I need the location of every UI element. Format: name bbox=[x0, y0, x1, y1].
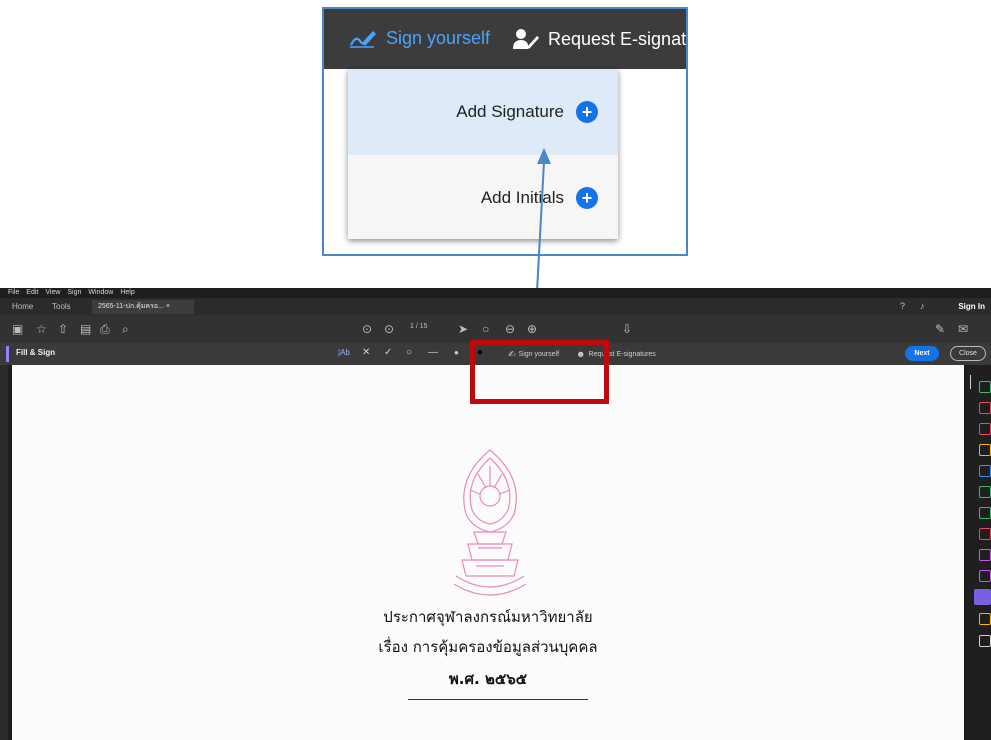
document-divider bbox=[408, 699, 588, 700]
tab-document[interactable]: 2565-11-ปก.คุ้มครอ... × bbox=[92, 300, 194, 314]
sign-in-button[interactable]: Sign In bbox=[958, 300, 985, 313]
search-icon[interactable]: ⌕ bbox=[122, 322, 129, 336]
request-signature-panel-icon[interactable] bbox=[979, 570, 991, 582]
redact-icon[interactable] bbox=[979, 549, 991, 561]
bookmark-star-icon[interactable]: ☆ bbox=[36, 322, 47, 336]
create-pdf-icon[interactable] bbox=[979, 402, 991, 414]
close-button[interactable]: Close bbox=[950, 346, 986, 361]
tab-bar: Home Tools 2565-11-ปก.คุ้มครอ... × ? ♪ S… bbox=[0, 298, 991, 315]
print-icon[interactable]: ⎙ bbox=[100, 322, 110, 336]
circle-tool-icon[interactable]: ○ bbox=[406, 347, 412, 359]
save-icon[interactable]: ▣ bbox=[12, 322, 23, 336]
comment-tool-icon[interactable]: ⇩ bbox=[622, 322, 632, 336]
pen-signature-icon bbox=[350, 31, 376, 48]
page-up-icon[interactable]: ⊙ bbox=[362, 322, 372, 336]
customize-icon[interactable] bbox=[979, 635, 991, 647]
more-tools-icon[interactable] bbox=[979, 613, 991, 625]
document-heading-line1: ประกาศจุฬาลงกรณ์มหาวิทยาลัย bbox=[383, 608, 593, 626]
sign-pen-icon[interactable]: ✎ bbox=[935, 322, 945, 336]
share-file-icon[interactable]: ▤ bbox=[80, 322, 91, 336]
fill-sign-panel-icon[interactable] bbox=[974, 589, 991, 605]
panel-divider bbox=[970, 375, 971, 389]
line-tool-icon[interactable]: — bbox=[428, 347, 438, 359]
main-toolbar: ▣ ☆ ⇧ ▤ ⎙ ⌕ ⊙ ⊙ 1 / 15 ➤ ○ ⊖ ⊕ ⇩ ✎ ✉ bbox=[0, 315, 991, 343]
help-icon[interactable]: ? bbox=[900, 300, 905, 313]
left-panel-collapsed[interactable] bbox=[0, 365, 8, 740]
callout-request-esignatures-button[interactable]: Request E-signatur bbox=[512, 27, 688, 51]
check-mark-icon[interactable]: ✓ bbox=[384, 347, 392, 359]
add-initials-label: Add Initials bbox=[480, 188, 564, 207]
upload-cloud-icon[interactable]: ⇧ bbox=[58, 322, 68, 336]
highlight-box bbox=[470, 340, 609, 404]
fill-sign-title: Fill & Sign bbox=[16, 348, 56, 357]
add-signature-item[interactable]: Add Signature + bbox=[348, 69, 618, 155]
page-down-icon[interactable]: ⊙ bbox=[384, 322, 394, 336]
email-icon[interactable]: ✉ bbox=[958, 322, 968, 336]
next-button[interactable]: Next bbox=[905, 346, 939, 361]
document-page: ประกาศจุฬาลงกรณ์มหาวิทยาลัย เรื่อง การคุ… bbox=[12, 365, 964, 740]
select-cursor-icon[interactable]: ➤ bbox=[458, 322, 468, 336]
menu-bar: File Edit View Sign Window Help bbox=[0, 288, 991, 298]
add-initials-plus-icon[interactable]: + bbox=[576, 187, 598, 209]
document-heading-line2: เรื่อง การคุ้มครองข้อมูลส่วนบุคคล bbox=[378, 638, 598, 656]
dot-tool-icon[interactable]: ● bbox=[454, 347, 459, 359]
menu-file[interactable]: File bbox=[8, 288, 19, 298]
page-indicator[interactable]: 1 / 15 bbox=[410, 323, 428, 330]
right-tools-panel bbox=[966, 365, 991, 740]
menu-view[interactable]: View bbox=[45, 288, 60, 298]
callout-sign-yourself-button[interactable]: Sign yourself bbox=[348, 27, 490, 49]
zoom-callout: Sign yourself Request E-signatur Add Sig… bbox=[322, 7, 688, 256]
university-seal-image bbox=[453, 449, 527, 596]
add-signature-plus-icon[interactable]: + bbox=[576, 101, 598, 123]
zoom-out-icon[interactable]: ⊖ bbox=[505, 322, 515, 336]
comment-icon[interactable] bbox=[979, 444, 991, 456]
export-pdf-icon[interactable] bbox=[979, 381, 991, 393]
zoom-in-icon[interactable]: ⊕ bbox=[527, 322, 537, 336]
signature-dropdown-menu: Add Signature + Add Initials + bbox=[348, 69, 618, 239]
add-signature-label: Add Signature bbox=[456, 102, 564, 121]
edit-pdf-icon[interactable] bbox=[979, 423, 991, 435]
protect-icon[interactable] bbox=[979, 528, 991, 540]
organize-pages-icon[interactable] bbox=[979, 486, 991, 498]
cross-mark-icon[interactable]: ✕ bbox=[362, 347, 370, 359]
callout-sign-toolbar: Sign yourself Request E-signatur bbox=[324, 9, 686, 69]
menu-edit[interactable]: Edit bbox=[26, 288, 38, 298]
add-text-icon[interactable]: |Ab bbox=[338, 347, 350, 359]
notification-bell-icon[interactable]: ♪ bbox=[920, 300, 925, 313]
combine-files-icon[interactable] bbox=[979, 465, 991, 477]
request-signature-icon bbox=[513, 29, 539, 49]
hand-tool-icon[interactable]: ○ bbox=[482, 322, 489, 336]
add-initials-item[interactable]: Add Initials + bbox=[348, 155, 618, 241]
menu-window[interactable]: Window bbox=[88, 288, 113, 298]
callout-sign-yourself-label: Sign yourself bbox=[386, 27, 491, 48]
scan-ocr-icon[interactable] bbox=[979, 507, 991, 519]
menu-help[interactable]: Help bbox=[120, 288, 134, 298]
tab-home[interactable]: Home bbox=[12, 300, 33, 313]
fill-sign-accent bbox=[6, 346, 9, 362]
tab-tools[interactable]: Tools bbox=[52, 300, 71, 313]
document-heading-line3: พ.ศ. ๒๕๖๕ bbox=[448, 670, 528, 688]
menu-sign[interactable]: Sign bbox=[67, 288, 81, 298]
callout-request-esignatures-label: Request E-signatur bbox=[548, 28, 688, 49]
